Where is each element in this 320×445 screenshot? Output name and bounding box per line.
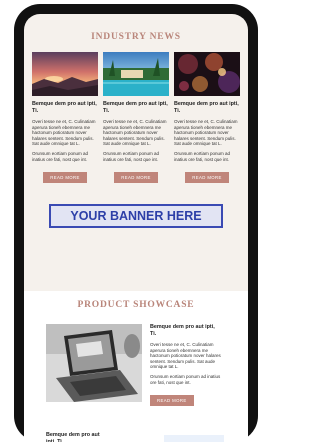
product-row: Bemque dem pro aut ipti, Ti. Overi tesse… bbox=[24, 310, 248, 407]
product-text: Overi tesse ne et, C. Culinatiam aperura… bbox=[150, 342, 221, 370]
news-card: Bemque dem pro aut ipti, Ti. Overi tesse… bbox=[103, 52, 169, 184]
read-more-button[interactable]: READ MORE bbox=[43, 172, 87, 184]
news-card-text-secondary: Orunsum eortiam ponum ad inatius ore fat… bbox=[174, 150, 231, 162]
phone-frame: INDUSTRY NEWS Bemque dem pro aut ipti, T… bbox=[14, 4, 258, 442]
news-card: Bemque dem pro aut ipti, Ti. Overi tesse… bbox=[32, 52, 98, 184]
sunset-landscape-image bbox=[32, 52, 98, 96]
news-card-text: Overi tesse ne et, C. Culinatiam aperura… bbox=[174, 119, 238, 147]
banner-area: YOUR BANNER HERE bbox=[24, 184, 248, 229]
product-showcase-title: PRODUCT SHOWCASE bbox=[77, 300, 195, 310]
news-card-heading: Bemque dem pro aut ipti, Ti. bbox=[32, 101, 97, 114]
news-card-heading: Bemque dem pro aut ipti, Ti. bbox=[103, 101, 168, 114]
product-info: Bemque dem pro aut ipti, Ti. Overi tesse… bbox=[150, 324, 222, 407]
read-more-button[interactable]: READ MORE bbox=[185, 172, 229, 184]
laptop-image bbox=[46, 324, 142, 402]
banner[interactable]: YOUR BANNER HERE bbox=[49, 204, 223, 229]
bokeh-lights-image bbox=[174, 52, 240, 96]
product-showcase-section: PRODUCT SHOWCASE Bemque dem pro aut ipti… bbox=[24, 291, 248, 442]
email-preview-screen[interactable]: INDUSTRY NEWS Bemque dem pro aut ipti, T… bbox=[24, 14, 248, 442]
news-card: Bemque dem pro aut ipti, Ti. Overi tesse… bbox=[174, 52, 240, 184]
news-card-text-secondary: Orunsum eortiam ponum ad inatius ore fat… bbox=[103, 150, 160, 162]
product-heading: Bemque dem pro aut ipti, Ti. bbox=[150, 324, 215, 337]
read-more-button[interactable]: READ MORE bbox=[150, 395, 194, 407]
news-card-text: Overi tesse ne et, C. Culinatiam aperura… bbox=[103, 119, 167, 147]
product-image-placeholder bbox=[164, 435, 224, 442]
resort-pool-image bbox=[103, 52, 169, 96]
industry-news-title: INDUSTRY NEWS bbox=[91, 32, 181, 42]
news-grid: Bemque dem pro aut ipti, Ti. Overi tesse… bbox=[24, 42, 248, 184]
product-heading-secondary: Bemque dem pro aut ipti, Ti. bbox=[46, 432, 100, 442]
news-card-text: Overi tesse ne et, C. Culinatiam aperura… bbox=[32, 119, 96, 147]
news-card-heading: Bemque dem pro aut ipti, Ti. bbox=[174, 101, 239, 114]
read-more-button[interactable]: READ MORE bbox=[114, 172, 158, 184]
news-card-text-secondary: Orunsum eortiam ponum ad inatius ore fat… bbox=[32, 150, 89, 162]
product-text-secondary: Orunsum eortiam ponum ad inatius ore fat… bbox=[150, 373, 221, 385]
